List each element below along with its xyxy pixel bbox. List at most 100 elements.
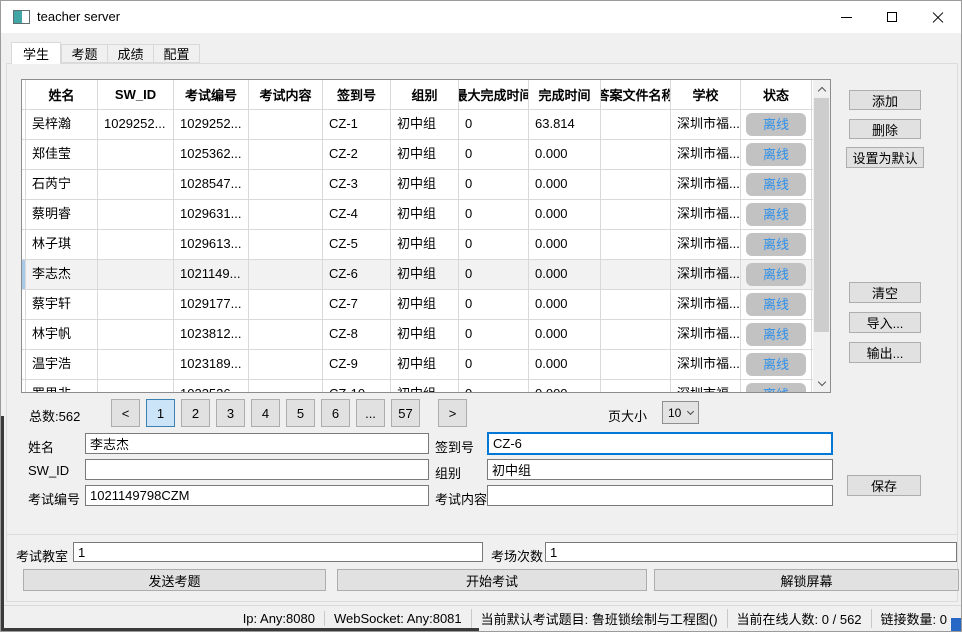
- student-table: 姓名SW_ID考试编号考试内容签到号组别最大完成时间完成时间答案文件名称学校状态…: [21, 79, 831, 393]
- vertical-scrollbar[interactable]: [813, 80, 830, 392]
- cell-answer-file: [601, 380, 671, 392]
- table-row[interactable]: 吴梓瀚 1029252... 1029252... CZ-1 初中组 0 63.…: [22, 110, 830, 140]
- status-badge[interactable]: 离线: [746, 173, 806, 196]
- app-window: teacher server 学生 考题 成绩 配置 姓名SW_ID考试编号考试…: [0, 0, 962, 632]
- tab-config[interactable]: 配置: [153, 44, 200, 63]
- table-row[interactable]: 郑佳莹 1025362... CZ-2 初中组 0 0.000 深圳市福... …: [22, 140, 830, 170]
- table-row[interactable]: 石芮宁 1028547... CZ-3 初中组 0 0.000 深圳市福... …: [22, 170, 830, 200]
- table-row[interactable]: 罗思非 1023526... CZ-10 初中组 0 0.000 深圳市福...…: [22, 380, 830, 392]
- start-exam-button[interactable]: 开始考试: [337, 569, 647, 591]
- send-exam-button[interactable]: 发送考题: [23, 569, 326, 591]
- table-header-cell[interactable]: 答案文件名称: [601, 80, 671, 109]
- delete-button[interactable]: 删除: [849, 119, 921, 139]
- cell-badge-no: CZ-3: [323, 170, 391, 199]
- table-header-cell[interactable]: 考试内容: [249, 80, 323, 109]
- close-icon: [931, 10, 945, 24]
- page-button[interactable]: 3: [216, 399, 245, 427]
- cell-group: 初中组: [391, 170, 459, 199]
- table-header-cell[interactable]: 姓名: [26, 80, 98, 109]
- tab-questions[interactable]: 考题: [61, 44, 108, 63]
- cell-group: 初中组: [391, 350, 459, 379]
- page-button[interactable]: 6: [321, 399, 350, 427]
- name-label: 姓名: [28, 437, 54, 456]
- app-icon: [13, 10, 30, 24]
- cell-finish-time: 0.000: [529, 350, 601, 379]
- table-header-cell[interactable]: 学校: [671, 80, 741, 109]
- group-field[interactable]: [487, 459, 833, 480]
- cell-status: 离线: [741, 200, 812, 229]
- page-size-select[interactable]: 10: [662, 401, 699, 424]
- table-row[interactable]: 温宇浩 1023189... CZ-9 初中组 0 0.000 深圳市福... …: [22, 350, 830, 380]
- swid-label: SW_ID: [28, 463, 69, 478]
- status-badge[interactable]: 离线: [746, 233, 806, 256]
- page-button[interactable]: 57: [391, 399, 420, 427]
- page-button[interactable]: 1: [146, 399, 175, 427]
- page-size-value: 10: [668, 406, 681, 420]
- exam-session-field[interactable]: [545, 542, 957, 562]
- cell-finish-time: 0.000: [529, 200, 601, 229]
- table-header-cell[interactable]: 最大完成时间: [459, 80, 529, 109]
- exam-room-field[interactable]: [73, 542, 483, 562]
- table-header-cell[interactable]: 考试编号: [174, 80, 249, 109]
- status-segment: WebSocket: Any:8081: [324, 611, 462, 626]
- table-header-row: 姓名SW_ID考试编号考试内容签到号组别最大完成时间完成时间答案文件名称学校状态: [22, 80, 830, 110]
- close-button[interactable]: [915, 1, 961, 33]
- unlock-screen-button[interactable]: 解锁屏幕: [654, 569, 959, 591]
- add-button[interactable]: 添加: [849, 90, 921, 110]
- page-button[interactable]: 2: [181, 399, 210, 427]
- prev-page-button[interactable]: <: [111, 399, 140, 427]
- cell-finish-time: 63.814: [529, 110, 601, 139]
- cell-max-time: 0: [459, 290, 529, 319]
- cell-group: 初中组: [391, 260, 459, 289]
- status-badge[interactable]: 离线: [746, 383, 806, 392]
- tab-questions-label: 考题: [71, 44, 97, 63]
- table-row[interactable]: 蔡明睿 1029631... CZ-4 初中组 0 0.000 深圳市福... …: [22, 200, 830, 230]
- scroll-down-button[interactable]: [813, 375, 830, 392]
- status-badge[interactable]: 离线: [746, 143, 806, 166]
- maximize-button[interactable]: [869, 1, 915, 33]
- table-header-cell[interactable]: 组别: [391, 80, 459, 109]
- set-default-button[interactable]: 设置为默认: [846, 147, 924, 168]
- table-header-cell[interactable]: 状态: [741, 80, 812, 109]
- combo-chevron-icon: [687, 408, 694, 415]
- status-badge[interactable]: 离线: [746, 113, 806, 136]
- table-row[interactable]: 林宇帆 1023812... CZ-8 初中组 0 0.000 深圳市福... …: [22, 320, 830, 350]
- cell-exam-content: [249, 320, 323, 349]
- table-body: 吴梓瀚 1029252... 1029252... CZ-1 初中组 0 63.…: [22, 110, 830, 392]
- import-button[interactable]: 导入...: [849, 312, 921, 333]
- table-header-cell[interactable]: 签到号: [323, 80, 391, 109]
- cell-exam-no: 1029177...: [174, 290, 249, 319]
- clear-button[interactable]: 清空: [849, 282, 921, 303]
- export-button[interactable]: 输出...: [849, 342, 921, 363]
- cell-max-time: 0: [459, 320, 529, 349]
- tab-scores[interactable]: 成绩: [107, 44, 154, 63]
- status-badge[interactable]: 离线: [746, 203, 806, 226]
- exam-no-field[interactable]: [85, 485, 429, 506]
- save-button[interactable]: 保存: [847, 475, 921, 496]
- scrollbar-thumb[interactable]: [814, 98, 829, 332]
- scroll-up-button[interactable]: [813, 80, 830, 97]
- tab-students[interactable]: 学生: [11, 42, 61, 64]
- window-title: teacher server: [37, 1, 120, 33]
- table-row[interactable]: 蔡宇轩 1029177... CZ-7 初中组 0 0.000 深圳市福... …: [22, 290, 830, 320]
- page-button[interactable]: 4: [251, 399, 280, 427]
- status-badge[interactable]: 离线: [746, 263, 806, 286]
- total-count-label: 总数:562: [29, 406, 80, 425]
- badge-field[interactable]: [487, 432, 833, 455]
- status-badge[interactable]: 离线: [746, 323, 806, 346]
- page-button[interactable]: ...: [356, 399, 385, 427]
- exam-content-field[interactable]: [487, 485, 833, 506]
- name-field[interactable]: [85, 433, 429, 454]
- page-button[interactable]: 5: [286, 399, 315, 427]
- minimize-button[interactable]: [823, 1, 869, 33]
- table-row[interactable]: 李志杰 1021149... CZ-6 初中组 0 0.000 深圳市福... …: [22, 260, 830, 290]
- next-page-button[interactable]: >: [438, 399, 467, 427]
- swid-field[interactable]: [85, 459, 429, 480]
- table-row[interactable]: 林子琪 1029613... CZ-5 初中组 0 0.000 深圳市福... …: [22, 230, 830, 260]
- table-header-cell[interactable]: SW_ID: [98, 80, 174, 109]
- table-header-cell[interactable]: 完成时间: [529, 80, 601, 109]
- cell-finish-time: 0.000: [529, 260, 601, 289]
- status-badge[interactable]: 离线: [746, 293, 806, 316]
- status-badge[interactable]: 离线: [746, 353, 806, 376]
- cell-group: 初中组: [391, 230, 459, 259]
